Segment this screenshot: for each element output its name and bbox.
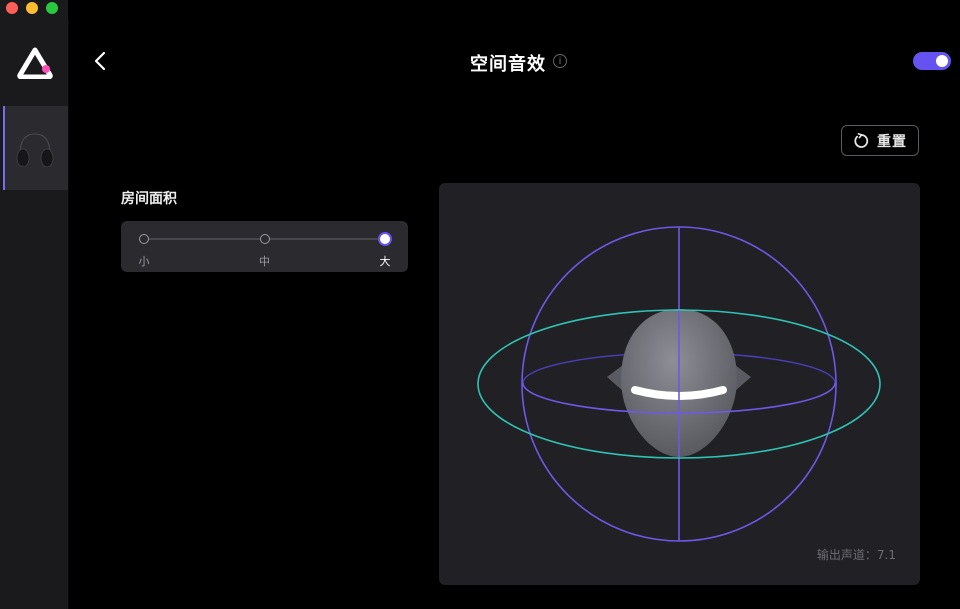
back-button[interactable] <box>88 48 114 74</box>
sidebar <box>0 20 69 609</box>
slider-label-small: 小 <box>138 255 150 268</box>
slider-label-medium: 中 <box>259 255 270 268</box>
window-maximize-button[interactable] <box>46 2 58 14</box>
slider-stop-large[interactable] <box>378 232 392 246</box>
spatial-audio-toggle[interactable] <box>913 52 951 70</box>
window-minimize-button[interactable] <box>26 2 38 14</box>
slider-stop-medium[interactable] <box>259 234 270 244</box>
window-close-button[interactable] <box>6 2 18 14</box>
output-channel-value: 7.1 <box>876 548 896 562</box>
output-channel-info: 输出声道：7.1 <box>817 546 896 563</box>
output-channel-label: 输出声道： <box>816 548 877 562</box>
sidebar-device-headset[interactable] <box>3 106 68 190</box>
info-icon[interactable]: i <box>553 54 567 68</box>
spatial-visualization: 输出声道：7.1 <box>439 183 920 585</box>
refresh-icon <box>854 132 869 148</box>
slider-label-large: 大 <box>379 255 391 268</box>
room-area-label: 房间面积 <box>121 191 177 207</box>
page-title: 空间音效 <box>470 54 546 75</box>
slider-stop-small[interactable] <box>139 234 149 244</box>
headset-icon <box>16 129 54 171</box>
window-titlebar <box>0 0 68 20</box>
app-logo-icon <box>17 47 53 79</box>
reset-label: 重置 <box>877 133 907 150</box>
toggle-knob <box>936 55 948 67</box>
room-area-slider[interactable]: 小 中 大 <box>121 221 408 272</box>
selected-indicator <box>3 106 5 190</box>
reset-button[interactable]: 重置 <box>841 125 919 156</box>
sphere-diagram <box>477 226 881 542</box>
